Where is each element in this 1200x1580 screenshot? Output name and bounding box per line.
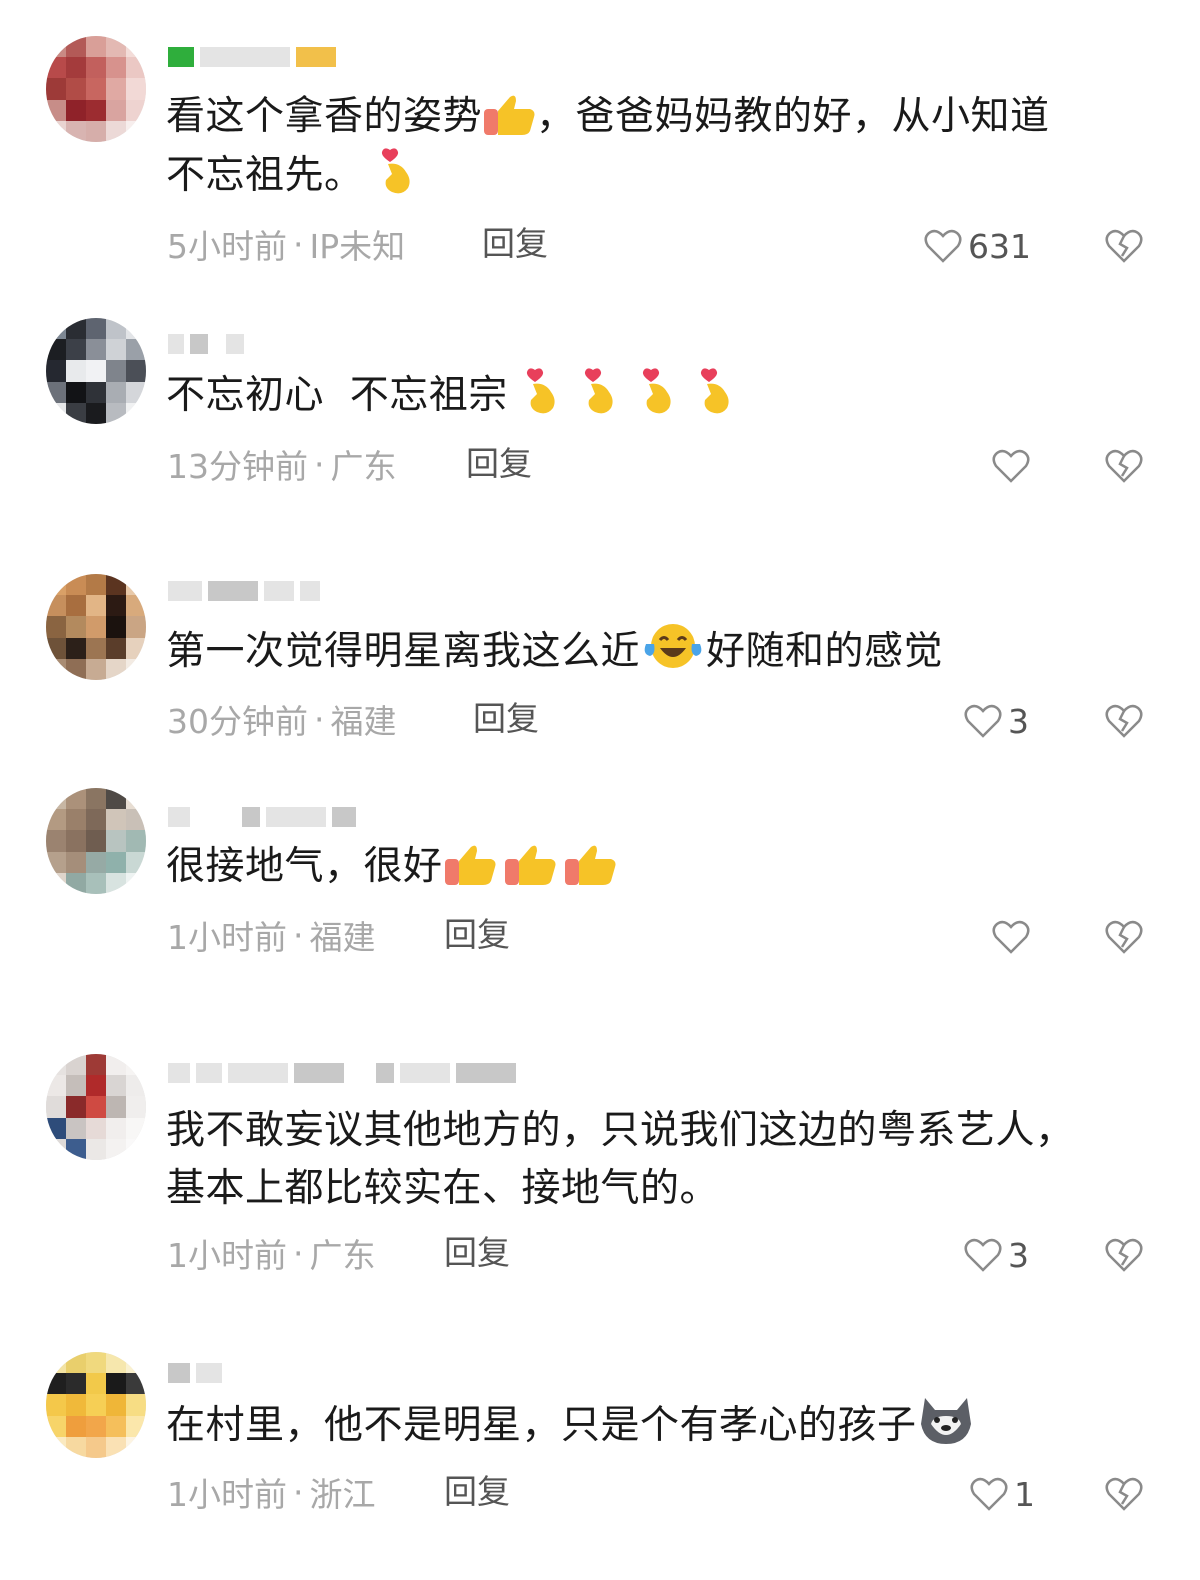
thumbs-up-emoji bbox=[482, 91, 536, 137]
broken-heart-icon bbox=[1105, 1477, 1143, 1511]
reply-button[interactable]: 回复 bbox=[466, 442, 532, 486]
reply-button[interactable]: 回复 bbox=[482, 222, 548, 266]
like-button[interactable]: 1 bbox=[970, 1472, 1035, 1516]
finger-heart-emoji bbox=[637, 366, 695, 414]
heart-icon bbox=[992, 449, 1030, 483]
timestamp: 1小时前 bbox=[167, 1236, 287, 1275]
reply-button[interactable]: 回复 bbox=[473, 697, 539, 741]
username-masked[interactable] bbox=[168, 327, 244, 361]
timestamp: 30分钟前 bbox=[167, 702, 308, 741]
like-button[interactable] bbox=[992, 444, 1030, 488]
dislike-button[interactable] bbox=[1104, 915, 1144, 959]
like-button[interactable]: 631 bbox=[924, 224, 1031, 268]
dislike-button[interactable] bbox=[1104, 444, 1144, 488]
broken-heart-icon bbox=[1105, 704, 1143, 738]
timestamp: 5小时前 bbox=[167, 227, 287, 266]
reply-button[interactable]: 回复 bbox=[444, 913, 510, 957]
username-masked[interactable] bbox=[168, 1356, 222, 1390]
thumbs-up-emoji bbox=[563, 841, 623, 887]
comment-meta: 5小时前 · IP未知 bbox=[167, 222, 406, 267]
like-button[interactable]: 3 bbox=[964, 699, 1029, 743]
like-button[interactable]: 3 bbox=[964, 1233, 1029, 1277]
comment-text: 不忘初心 不忘祖宗 bbox=[166, 366, 1126, 425]
comment-meta: 1小时前 · 广东 bbox=[167, 1231, 376, 1276]
heart-icon bbox=[970, 1477, 1008, 1511]
ip-location: 广东 bbox=[330, 447, 397, 486]
avatar[interactable] bbox=[46, 574, 146, 680]
reply-button[interactable]: 回复 bbox=[444, 1231, 510, 1275]
avatar[interactable] bbox=[46, 1054, 146, 1160]
comment-text: 第一次觉得明星离我这么近 好随和的感觉 bbox=[166, 620, 1126, 681]
ip-location: 广东 bbox=[309, 1236, 376, 1275]
comment-text: 很接地气，很好 bbox=[166, 838, 1126, 896]
like-count: 631 bbox=[968, 226, 1031, 266]
broken-heart-icon bbox=[1105, 449, 1143, 483]
finger-heart-emoji bbox=[376, 146, 420, 194]
dislike-button[interactable] bbox=[1104, 224, 1144, 268]
avatar[interactable] bbox=[46, 36, 146, 142]
username-masked[interactable] bbox=[168, 40, 336, 74]
comment-meta: 30分钟前 · 福建 bbox=[167, 697, 397, 742]
husky-dog-emoji bbox=[917, 1394, 977, 1446]
comment-meta: 1小时前 · 浙江 bbox=[167, 1470, 376, 1515]
username-masked[interactable] bbox=[168, 800, 356, 834]
comment-meta: 13分钟前 · 广东 bbox=[167, 442, 397, 487]
thumbs-up-emoji bbox=[503, 841, 563, 887]
finger-heart-emoji bbox=[695, 366, 753, 414]
finger-heart-emoji bbox=[521, 366, 579, 414]
tears-of-joy-emoji bbox=[640, 620, 706, 670]
timestamp: 1小时前 bbox=[167, 918, 287, 957]
avatar[interactable] bbox=[46, 318, 146, 424]
like-count: 3 bbox=[1008, 1235, 1029, 1275]
broken-heart-icon bbox=[1105, 229, 1143, 263]
heart-icon bbox=[924, 229, 962, 263]
avatar[interactable] bbox=[46, 1352, 146, 1458]
ip-location: IP未知 bbox=[309, 227, 406, 266]
like-count: 1 bbox=[1014, 1474, 1035, 1514]
timestamp: 13分钟前 bbox=[167, 447, 308, 486]
timestamp: 1小时前 bbox=[167, 1475, 287, 1514]
comment-text: 看这个拿香的姿势 ，爸爸妈妈教的好，从小知道 不忘祖先。 bbox=[166, 88, 1126, 205]
heart-icon bbox=[964, 704, 1002, 738]
comment-text: 我不敢妄议其他地方的，只说我们这边的粤系艺人， 基本上都比较实在、接地气的。 bbox=[166, 1108, 1075, 1211]
like-count: 3 bbox=[1008, 701, 1029, 741]
dislike-button[interactable] bbox=[1104, 1472, 1144, 1516]
ip-location: 福建 bbox=[330, 702, 397, 741]
ip-location: 福建 bbox=[309, 918, 376, 957]
heart-icon bbox=[992, 920, 1030, 954]
heart-icon bbox=[964, 1238, 1002, 1272]
finger-heart-emoji bbox=[579, 366, 637, 414]
comment-meta: 1小时前 · 福建 bbox=[167, 913, 376, 958]
thumbs-up-emoji bbox=[443, 841, 503, 887]
reply-button[interactable]: 回复 bbox=[444, 1470, 510, 1514]
ip-location: 浙江 bbox=[309, 1475, 376, 1514]
broken-heart-icon bbox=[1105, 920, 1143, 954]
username-masked[interactable] bbox=[168, 1056, 516, 1090]
avatar[interactable] bbox=[46, 788, 146, 894]
username-masked[interactable] bbox=[168, 574, 320, 608]
dislike-button[interactable] bbox=[1104, 699, 1144, 743]
like-button[interactable] bbox=[992, 915, 1030, 959]
dislike-button[interactable] bbox=[1104, 1233, 1144, 1277]
comment-text: 在村里，他不是明星，只是个有孝心的孩子 bbox=[166, 1394, 1126, 1455]
broken-heart-icon bbox=[1105, 1238, 1143, 1272]
